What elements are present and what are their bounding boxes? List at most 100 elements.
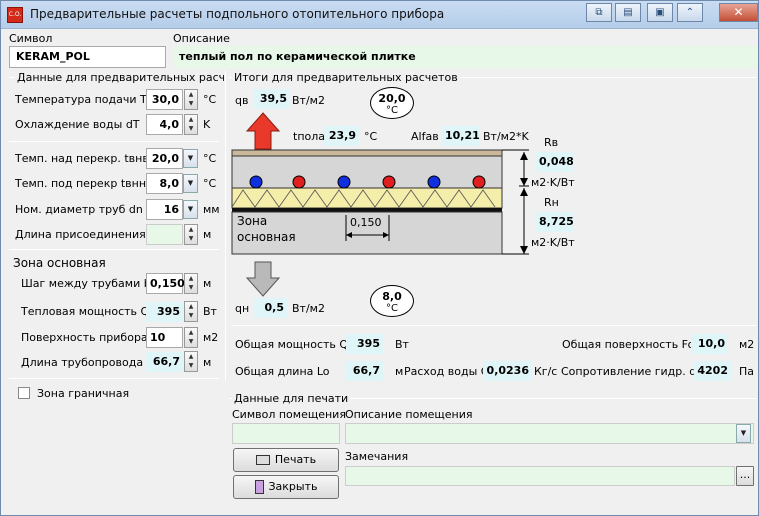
symbol-label: Символ (9, 32, 53, 45)
resistance-value: 4202 (694, 361, 731, 381)
pipe-cold-2 (337, 175, 351, 189)
room-symbol-label: Символ помещения (232, 408, 346, 421)
collapse-icon[interactable]: ⌃ (677, 3, 703, 22)
flow-label: Расход воды G (404, 365, 490, 378)
supply-temp-stepper[interactable]: ▲ ▼ (184, 89, 198, 110)
zone-label-line1: Зона (237, 214, 268, 228)
temp-below-label: Темп. под перекр tвнн (15, 177, 147, 190)
connection-length-unit: м (203, 228, 212, 241)
pipe-hot-3 (472, 175, 486, 189)
zone-title: Зона основная (13, 256, 106, 270)
pitch-stepper[interactable]: ▲ ▼ (184, 273, 198, 294)
total-surface-value: 10,0 (691, 334, 728, 354)
temp-above-circle-value: 20,0 (378, 92, 406, 105)
rn-unit: м2·K/Вт (531, 236, 575, 249)
qn-unit: Вт/м2 (292, 302, 325, 315)
heat-power-label: Тепловая мощность Qo (21, 305, 156, 318)
close-icon[interactable]: ✕ (719, 3, 758, 22)
print-button[interactable]: Печать (233, 448, 339, 472)
resistance-unit: Па (739, 365, 755, 378)
supply-temp-unit: °C (203, 93, 217, 106)
title-bar: C.O. Предварительные расчеты подпольного… (1, 1, 758, 29)
tfloor-value: 23,9 (324, 126, 359, 146)
room-desc-select[interactable] (345, 423, 754, 444)
border-zone-checkbox[interactable] (18, 387, 30, 399)
pitch-label: Шаг между трубами b (21, 277, 151, 290)
surface-label: Поверхность прибора F (21, 331, 158, 344)
temp-below-circle-value: 8,0 (382, 290, 402, 303)
temp-below-circle: 8,0 °C (370, 285, 414, 317)
total-surface-unit: м2 (739, 338, 755, 351)
pipe-cold-1 (249, 175, 263, 189)
surface-unit: м2 (203, 331, 219, 344)
diagram-pitch: 0,150 (350, 216, 382, 229)
qn-label: qн (235, 302, 250, 315)
total-power-unit: Вт (395, 338, 409, 351)
total-power-label: Общая мощность Qo (235, 338, 355, 351)
temp-above-circle: 20,0 °C (370, 87, 414, 119)
resistance-label: Сопротивление гидр. dP (561, 365, 703, 378)
connection-length-input[interactable] (146, 224, 183, 245)
cooling-input[interactable]: 4,0 (146, 114, 183, 135)
window: C.O. Предварительные расчеты подпольного… (0, 0, 759, 516)
surface-input[interactable]: 10 (146, 327, 183, 348)
pitch-input[interactable]: 0,150 (146, 273, 185, 294)
description-field: теплый пол по керамической плитке (173, 46, 758, 68)
tfloor-unit: °C (364, 130, 378, 143)
close-button[interactable]: Закрыть (233, 475, 339, 499)
heat-power-unit: Вт (203, 305, 217, 318)
notes-browse-button[interactable]: ... (736, 466, 754, 486)
print-button-label: Печать (274, 453, 317, 466)
surface-stepper[interactable]: ▲ ▼ (184, 327, 198, 348)
pipe-cold-3 (427, 175, 441, 189)
toolbar-window-icon[interactable]: ⧉ (586, 3, 612, 22)
total-power-value: 395 (346, 334, 383, 354)
temp-above-select[interactable]: 20,0 (146, 148, 183, 169)
heat-power-stepper[interactable]: ▲ ▼ (184, 301, 198, 322)
rn-label: Rн (544, 196, 559, 209)
toolbar-panel-icon[interactable]: ▣ (647, 3, 673, 22)
pipe-diameter-dropdown-icon[interactable]: ▼ (183, 200, 198, 219)
exit-door-icon (254, 480, 264, 494)
alfa-unit: Вт/м2*K (483, 130, 529, 143)
cooling-unit: K (203, 118, 211, 131)
pipe-length-value: 66,7 (146, 352, 183, 372)
left-divider-3 (9, 378, 219, 379)
temp-above-dropdown-icon[interactable]: ▼ (183, 149, 198, 168)
temp-above-label: Темп. над перекр. tвнв (15, 152, 149, 165)
qv-unit: Вт/м2 (292, 94, 325, 107)
connection-length-stepper[interactable]: ▲ ▼ (184, 224, 198, 245)
temp-below-select[interactable]: 8,0 (146, 173, 183, 194)
heat-up-arrow-icon (245, 112, 281, 150)
notes-input[interactable] (345, 466, 735, 486)
close-button-label: Закрыть (268, 480, 318, 493)
temp-above-circle-unit: °C (386, 105, 398, 116)
pipe-hot-2 (382, 175, 396, 189)
pipe-diameter-select[interactable]: 16 (146, 199, 183, 220)
cooling-label: Охлаждение воды dT (15, 118, 140, 131)
temp-below-dropdown-icon[interactable]: ▼ (183, 174, 198, 193)
rv-value: 0,048 (536, 152, 574, 172)
supply-temp-input[interactable]: 30,0 (146, 89, 183, 110)
pipe-diameter-unit: мм (203, 203, 220, 216)
printer-icon (255, 455, 270, 465)
flow-value: 0,0236 (483, 361, 532, 381)
pipe-length-stepper[interactable]: ▲ ▼ (184, 351, 198, 372)
temp-below-circle-unit: °C (386, 303, 398, 314)
alfa-label: Alfaв (411, 130, 439, 143)
pipe-diameter-label: Ном. диаметр труб dn (15, 203, 143, 216)
room-symbol-input[interactable] (232, 423, 340, 444)
notes-label: Замечания (345, 450, 409, 463)
symbol-field[interactable]: KERAM_POL (9, 46, 166, 68)
left-group-title: Данные для предварительных расчетов (15, 71, 224, 84)
cooling-stepper[interactable]: ▲ ▼ (184, 114, 198, 135)
window-title: Предварительные расчеты подпольного отоп… (30, 7, 445, 21)
heat-power-value: 395 (146, 302, 183, 322)
rn-value: 8,725 (536, 212, 574, 232)
total-length-unit: м (395, 365, 404, 378)
app-icon: C.O. (7, 7, 23, 23)
toolbar-doc-icon[interactable]: ▤ (615, 3, 641, 22)
room-desc-dropdown-icon[interactable]: ▼ (736, 424, 751, 443)
description-label: Описание (173, 32, 230, 45)
qv-label: qв (235, 94, 249, 107)
